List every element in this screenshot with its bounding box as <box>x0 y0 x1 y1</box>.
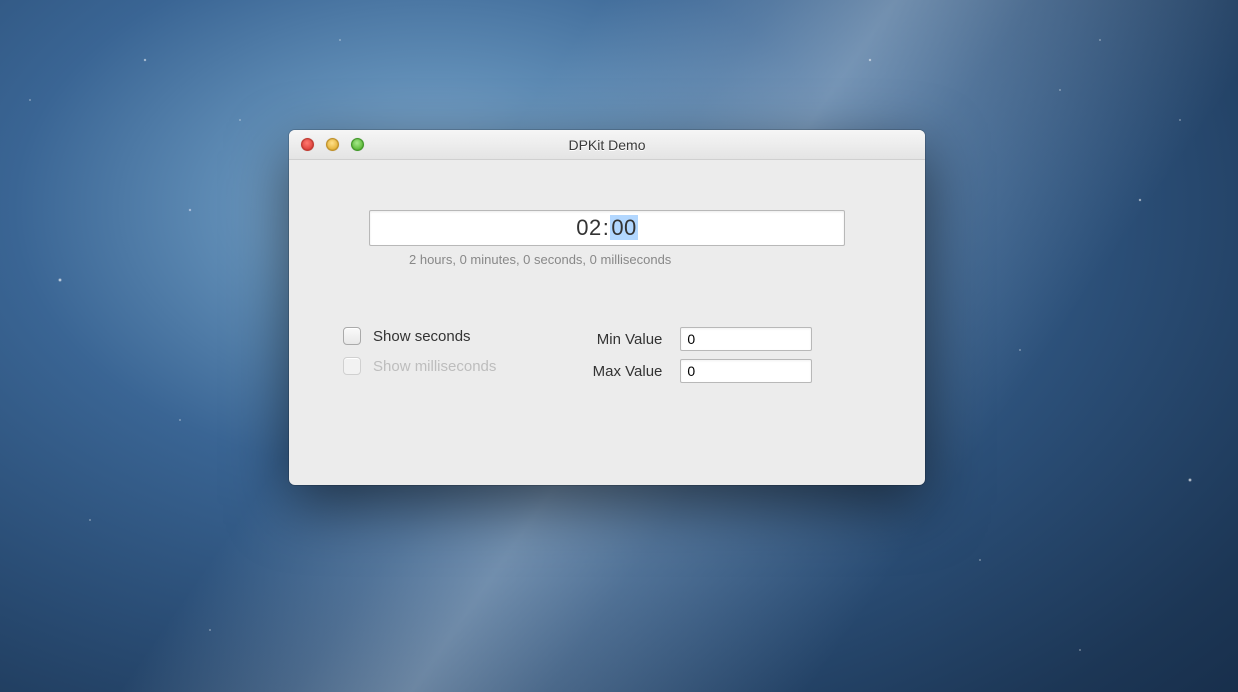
min-value-input[interactable] <box>680 327 812 351</box>
time-hours-segment[interactable]: 02 <box>576 215 601 240</box>
app-window: DPKit Demo 02:00 2 hours, 0 minutes, 0 s… <box>289 130 925 485</box>
minimize-icon[interactable] <box>326 138 339 151</box>
show-milliseconds-checkbox: Show milliseconds <box>343 357 496 375</box>
controls-row: Show seconds Show milliseconds Min Value… <box>329 327 885 383</box>
min-value-row: Min Value <box>586 327 812 351</box>
checkbox-column: Show seconds Show milliseconds <box>343 327 496 383</box>
window-title: DPKit Demo <box>568 137 645 153</box>
checkbox-icon <box>343 327 361 345</box>
time-minutes-segment[interactable]: 00 <box>610 215 637 240</box>
max-value-input[interactable] <box>680 359 812 383</box>
value-column: Min Value Max Value <box>586 327 812 383</box>
min-value-label: Min Value <box>586 331 662 348</box>
show-seconds-label: Show seconds <box>373 328 471 345</box>
time-input[interactable]: 02:00 <box>369 210 845 246</box>
time-readout-label: 2 hours, 0 minutes, 0 seconds, 0 millise… <box>409 252 885 267</box>
show-milliseconds-label: Show milliseconds <box>373 358 496 375</box>
show-seconds-checkbox[interactable]: Show seconds <box>343 327 496 345</box>
window-content: 02:00 2 hours, 0 minutes, 0 seconds, 0 m… <box>289 160 925 423</box>
max-value-row: Max Value <box>586 359 812 383</box>
titlebar[interactable]: DPKit Demo <box>289 130 925 160</box>
max-value-label: Max Value <box>586 363 662 380</box>
zoom-icon[interactable] <box>351 138 364 151</box>
checkbox-icon <box>343 357 361 375</box>
traffic-lights <box>301 138 364 151</box>
close-icon[interactable] <box>301 138 314 151</box>
